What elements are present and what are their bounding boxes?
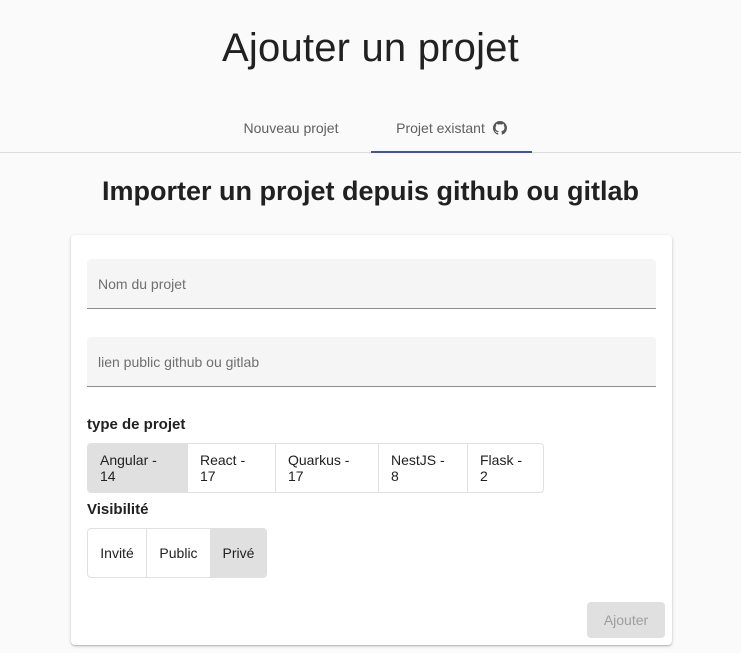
visibility-toggle-group: Invité Public Privé xyxy=(87,528,267,578)
toggle-prive[interactable]: Privé xyxy=(210,529,266,577)
repo-link-input[interactable] xyxy=(87,337,656,386)
page-title: Ajouter un projet xyxy=(222,26,519,70)
toggle-invite[interactable]: Invité xyxy=(88,529,146,577)
toggle-angular[interactable]: Angular - 14 xyxy=(88,444,187,492)
toggle-public[interactable]: Public xyxy=(146,529,210,577)
toggle-nestjs[interactable]: NestJS - 8 xyxy=(378,444,467,492)
tab-bar: Nouveau projet Projet existant xyxy=(0,104,741,153)
toggle-quarkus[interactable]: Quarkus - 17 xyxy=(275,444,378,492)
add-project-button[interactable]: Ajouter xyxy=(587,602,665,638)
import-form-card: type de projet Angular - 14 React - 17 Q… xyxy=(71,235,672,645)
tab-label: Nouveau projet xyxy=(243,120,339,136)
project-type-label: type de projet xyxy=(87,416,186,433)
visibility-label: Visibilité xyxy=(87,501,149,518)
github-icon xyxy=(492,120,507,135)
toggle-flask[interactable]: Flask - 2 xyxy=(467,444,543,492)
repo-link-field[interactable] xyxy=(87,337,656,387)
section-title: Importer un projet depuis github ou gitl… xyxy=(102,176,639,206)
project-name-field[interactable] xyxy=(87,259,656,309)
project-type-toggle-group: Angular - 14 React - 17 Quarkus - 17 Nes… xyxy=(87,443,544,493)
toggle-react[interactable]: React - 17 xyxy=(187,444,275,492)
tab-nouveau-projet[interactable]: Nouveau projet xyxy=(211,104,371,152)
tab-projet-existant[interactable]: Projet existant xyxy=(371,104,532,153)
project-name-input[interactable] xyxy=(87,259,656,308)
tab-label: Projet existant xyxy=(396,119,485,136)
